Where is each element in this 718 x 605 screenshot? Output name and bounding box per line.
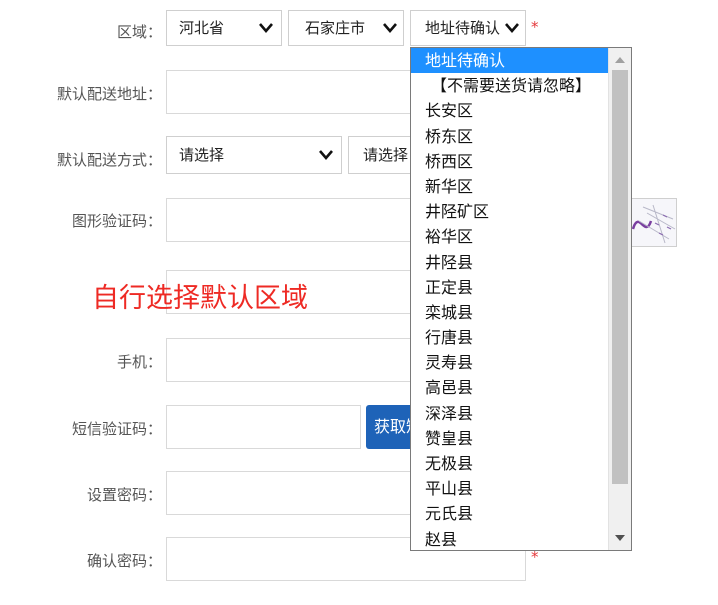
district-select[interactable]: 地址待确认 (410, 10, 526, 46)
city-select-value: 石家庄市 (305, 19, 366, 37)
district-option[interactable]: 赞皇县 (411, 426, 608, 451)
district-option[interactable]: 深泽县 (411, 401, 608, 426)
instruction-annotation: 自行选择默认区域 (92, 283, 308, 314)
district-option[interactable]: 井陉矿区 (411, 199, 608, 224)
delivery-method-select-value: 请选择 (179, 146, 225, 164)
district-option[interactable]: 无极县 (411, 451, 608, 476)
set-password-label: 设置密码： (86, 486, 162, 504)
province-select-value: 河北省 (179, 19, 225, 37)
scrollbar-thumb[interactable] (612, 70, 628, 484)
district-option[interactable]: 井陉县 (411, 250, 608, 275)
delivery-option-select-value: 请选择 (363, 146, 409, 164)
district-option[interactable]: 【不需要送货请忽略】 (411, 73, 608, 98)
get-sms-code-button[interactable]: 获取短信验证码 (366, 405, 416, 449)
chevron-down-icon (379, 11, 399, 45)
captcha-label: 图形验证码： (71, 212, 162, 230)
confirm-password-label: 确认密码： (86, 552, 162, 570)
region-label: 区域： (116, 23, 162, 41)
district-option[interactable]: 桥西区 (411, 149, 608, 174)
scroll-up-arrow-icon[interactable] (609, 50, 631, 70)
city-select[interactable]: 石家庄市 (288, 10, 404, 46)
sms-code-input[interactable] (166, 405, 361, 449)
district-option[interactable]: 灵寿县 (411, 350, 608, 375)
delivery-option-select[interactable]: 请选择 (348, 136, 412, 174)
chevron-down-icon (319, 137, 333, 171)
district-option[interactable]: 平山县 (411, 476, 608, 501)
district-option[interactable]: 长安区 (411, 98, 608, 123)
district-option[interactable]: 正定县 (411, 275, 608, 300)
district-option[interactable]: 高邑县 (411, 375, 608, 400)
phone-input[interactable] (166, 338, 416, 382)
district-option[interactable]: 行唐县 (411, 325, 608, 350)
scroll-down-arrow-icon[interactable] (609, 528, 631, 548)
district-option[interactable]: 桥东区 (411, 124, 608, 149)
default-address-label: 默认配送地址： (56, 85, 162, 103)
region-required-mark: * (531, 18, 539, 36)
district-option[interactable]: 裕华区 (411, 224, 608, 249)
district-options: 地址待确认 【不需要送货请忽略】 长安区 桥东区 桥西区 新华区 井陉矿区 裕华… (411, 48, 608, 550)
district-option[interactable]: 元氏县 (411, 501, 608, 526)
captcha-image[interactable] (628, 198, 677, 247)
district-option[interactable]: 赵县 (411, 527, 608, 550)
chevron-down-icon (501, 11, 521, 45)
default-address-input[interactable] (166, 70, 416, 114)
captcha-input[interactable] (166, 198, 412, 242)
phone-label: 手机： (116, 353, 162, 371)
dropdown-scrollbar[interactable] (608, 48, 631, 550)
district-select-value: 地址待确认 (425, 19, 501, 37)
district-dropdown-list[interactable]: 地址待确认 【不需要送货请忽略】 长安区 桥东区 桥西区 新华区 井陉矿区 裕华… (410, 47, 632, 551)
chevron-down-icon (259, 11, 273, 45)
district-option[interactable]: 新华区 (411, 174, 608, 199)
set-password-input[interactable] (166, 471, 416, 515)
delivery-method-select[interactable]: 请选择 (166, 136, 342, 174)
province-select[interactable]: 河北省 (166, 10, 282, 46)
district-option[interactable]: 地址待确认 (411, 48, 608, 74)
district-option[interactable]: 栾城县 (411, 300, 608, 325)
sms-code-label: 短信验证码： (71, 420, 162, 438)
default-delivery-label: 默认配送方式： (56, 151, 162, 169)
